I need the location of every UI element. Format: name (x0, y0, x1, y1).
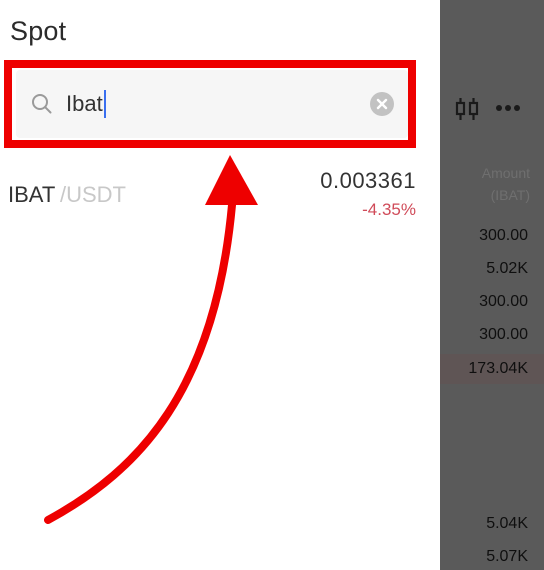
search-result-row[interactable]: IBAT /USDT 0.003361 -4.35% (0, 166, 440, 226)
more-options-icon[interactable] (496, 105, 523, 111)
pair-price: 0.003361 (320, 168, 416, 193)
amount-label: Amount (481, 165, 530, 181)
spot-search-panel: Spot Ibat IBAT /USDT 0.003361 -4.35% (0, 0, 440, 570)
order-book-amount: 300.00 (479, 293, 528, 310)
annotation-highlight-box (4, 60, 416, 148)
page-title: Spot (10, 16, 67, 46)
pair-quote-symbol: /USDT (60, 182, 126, 207)
amount-unit: (IBAT) (490, 187, 530, 203)
order-book-amount: 5.04K (486, 515, 528, 532)
pair-change-percent: -4.35% (362, 200, 416, 219)
background-overlay-panel: Amount (IBAT) 300.00 5.02K 300.00 300.00… (440, 0, 544, 570)
order-book-amount: 5.02K (486, 260, 528, 277)
order-book-amount: 173.04K (468, 360, 528, 377)
amount-column-header: Amount (IBAT) (440, 162, 530, 206)
order-book-amount: 300.00 (479, 326, 528, 343)
pair-base-symbol: IBAT (8, 182, 56, 207)
order-book-amount: 300.00 (479, 227, 528, 244)
order-book-amount: 5.07K (486, 548, 528, 565)
candlestick-chart-icon[interactable] (454, 96, 480, 122)
